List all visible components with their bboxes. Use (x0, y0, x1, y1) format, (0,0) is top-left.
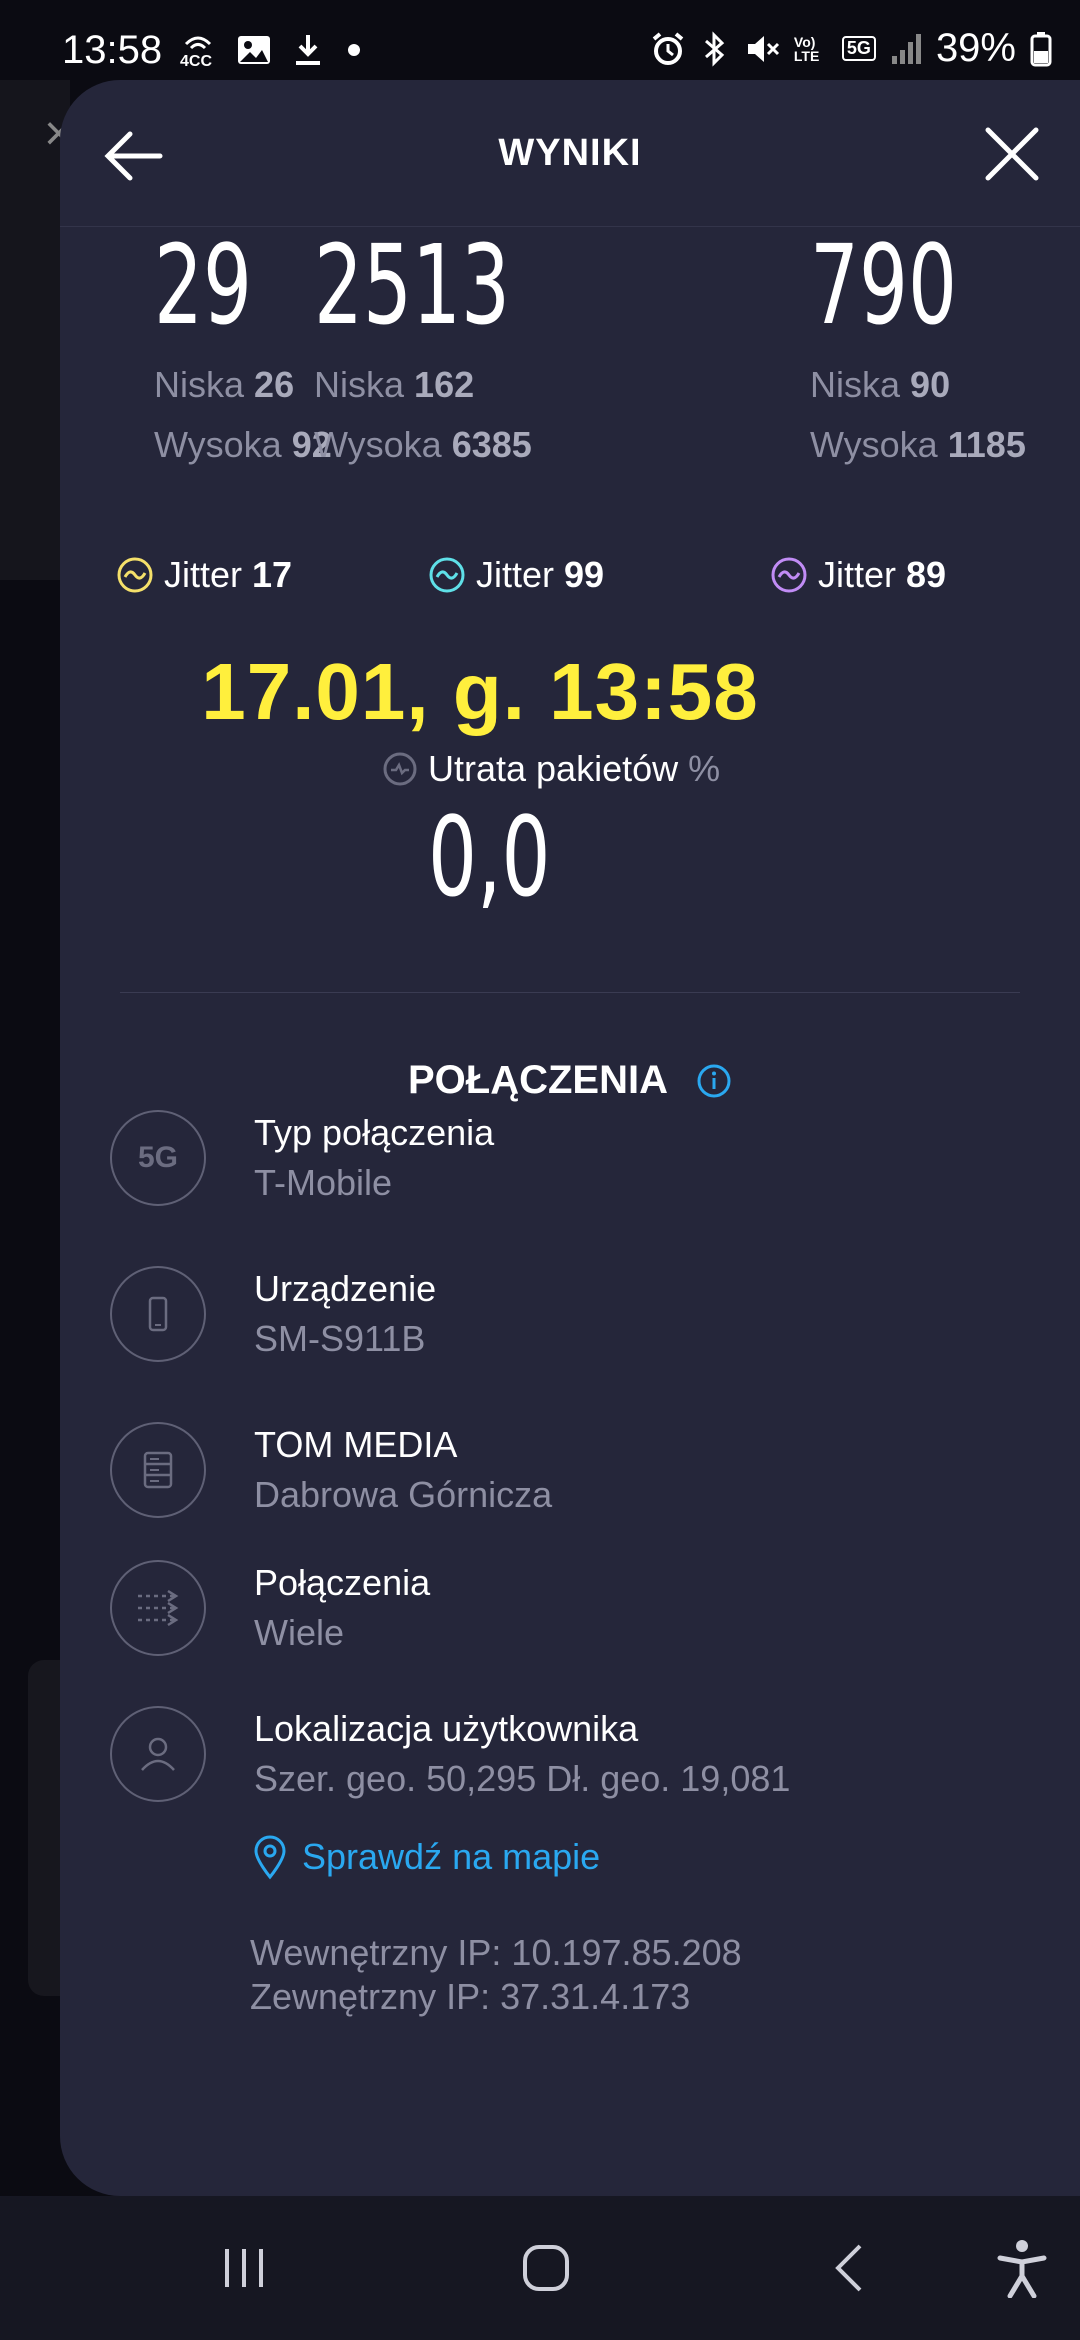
row-text: Urządzenie SM-S911B (254, 1266, 436, 1362)
metric-value: 29 (154, 221, 252, 349)
close-button[interactable] (980, 122, 1044, 186)
row-text: TOM MEDIA Dabrowa Górnicza (254, 1422, 552, 1518)
jitter-icon (771, 557, 807, 593)
5g-icon: 5G (110, 1110, 206, 1206)
row-value: SM-S911B (254, 1318, 426, 1359)
home-icon (523, 2245, 569, 2291)
divider (120, 992, 1020, 993)
row-title: Urządzenie (254, 1268, 437, 1309)
info-icon[interactable] (696, 1063, 732, 1099)
metric-ping: 29 Niska 26 Wysoka 92 (154, 220, 332, 466)
jitter-ping: Jitter 17 (116, 554, 292, 596)
row-value: T-Mobile (254, 1162, 393, 1203)
connections-title: POŁĄCZENIA (60, 1058, 1080, 1103)
test-date: 17.01, g. 13:58 (201, 647, 759, 736)
back-nav-button[interactable] (814, 2232, 886, 2304)
packet-loss-icon (383, 752, 417, 786)
user-location-row: Lokalizacja użytkownika Szer. geo. 50,29… (110, 1706, 790, 1802)
multi-connection-icon (110, 1560, 206, 1656)
server-row: TOM MEDIA Dabrowa Górnicza (110, 1422, 552, 1518)
row-value: Szer. geo. 50,295 Dł. geo. 19,081 (254, 1758, 791, 1799)
status-left-icons: 4CC (178, 30, 364, 70)
row-text: Połączenia Wiele (254, 1560, 430, 1656)
metric-low: Niska 90 (810, 364, 951, 405)
4cc-icon: 4CC (180, 36, 212, 70)
accessibility-button[interactable] (986, 2232, 1058, 2304)
packet-loss-value: 0,0 (428, 793, 551, 921)
home-button[interactable] (510, 2232, 582, 2304)
row-title: TOM MEDIA (254, 1424, 458, 1465)
jitter-download: Jitter 99 (428, 554, 604, 596)
mute-icon (747, 35, 779, 62)
bluetooth-icon (704, 30, 725, 67)
results-sheet: WYNIKI 29 Niska 26 Wysoka 92 2513 Niska … (60, 80, 1080, 2196)
device-row: Urządzenie SM-S911B (110, 1266, 436, 1362)
dot-icon (348, 44, 360, 56)
metric-value: 2513 (314, 221, 510, 349)
sheet-header: WYNIKI (60, 80, 1080, 227)
metric-download: 2513 Niska 162 Wysoka 6385 (314, 220, 594, 466)
battery-text: 39% (935, 26, 1016, 70)
metric-value: 790 (810, 221, 957, 349)
row-value: Dabrowa Górnicza (254, 1474, 553, 1515)
metric-low: Niska 162 (314, 364, 475, 405)
status-right-icons: Vo) LTE 5G 39% (650, 26, 1052, 71)
back-nav-icon (835, 2244, 862, 2292)
5g-icon: 5G (841, 36, 876, 61)
jitter-icon (117, 557, 153, 593)
row-title: Typ połączenia (254, 1112, 495, 1153)
volte-icon: Vo) LTE (793, 33, 820, 64)
jitter-icon (429, 557, 465, 593)
battery-icon (1030, 31, 1052, 66)
svg-text:4CC: 4CC (180, 53, 212, 70)
signal-icon (891, 33, 921, 64)
recent-apps-icon (225, 2249, 263, 2287)
page-title: WYNIKI (498, 132, 642, 174)
connections-row: Połączenia Wiele (110, 1560, 430, 1656)
status-bar: 13:58 4CC Vo) LTE 5G 39% (0, 0, 1080, 80)
packet-loss-label: Utrata pakietów % (382, 748, 720, 790)
map-link[interactable]: Sprawdź na mapie (252, 1834, 600, 1880)
jitter-upload: Jitter 89 (770, 554, 946, 596)
accessibility-icon (997, 2240, 1047, 2298)
metric-high: Wysoka 1185 (810, 424, 1026, 465)
metric-low: Niska 26 (154, 364, 295, 405)
phone-icon (110, 1266, 206, 1362)
row-text: Lokalizacja użytkownika Szer. geo. 50,29… (254, 1706, 790, 1802)
status-time: 13:58 (62, 28, 163, 72)
user-icon (110, 1706, 206, 1802)
row-value: Wiele (254, 1612, 345, 1653)
metric-high: Wysoka 6385 (314, 424, 532, 465)
metric-upload: 790 Niska 90 Wysoka 1185 (810, 220, 1026, 466)
gallery-icon (238, 36, 270, 64)
internal-ip: Wewnętrzny IP: 10.197.85.208 (250, 1932, 742, 1973)
download-icon (296, 35, 320, 65)
row-title: Lokalizacja użytkownika (254, 1708, 639, 1749)
navigation-bar (0, 2196, 1080, 2340)
recent-apps-button[interactable] (208, 2232, 280, 2304)
metric-high: Wysoka 92 (154, 424, 332, 465)
external-ip: Zewnętrzny IP: 37.31.4.173 (250, 1976, 691, 2017)
row-title: Połączenia (254, 1562, 431, 1603)
location-pin-icon (254, 1835, 286, 1880)
row-text: Typ połączenia T-Mobile (254, 1110, 494, 1206)
connection-type-row: 5G Typ połączenia T-Mobile (110, 1110, 494, 1206)
map-link-label: Sprawdź na mapie (302, 1836, 601, 1877)
alarm-icon (652, 31, 684, 65)
server-icon (110, 1422, 206, 1518)
